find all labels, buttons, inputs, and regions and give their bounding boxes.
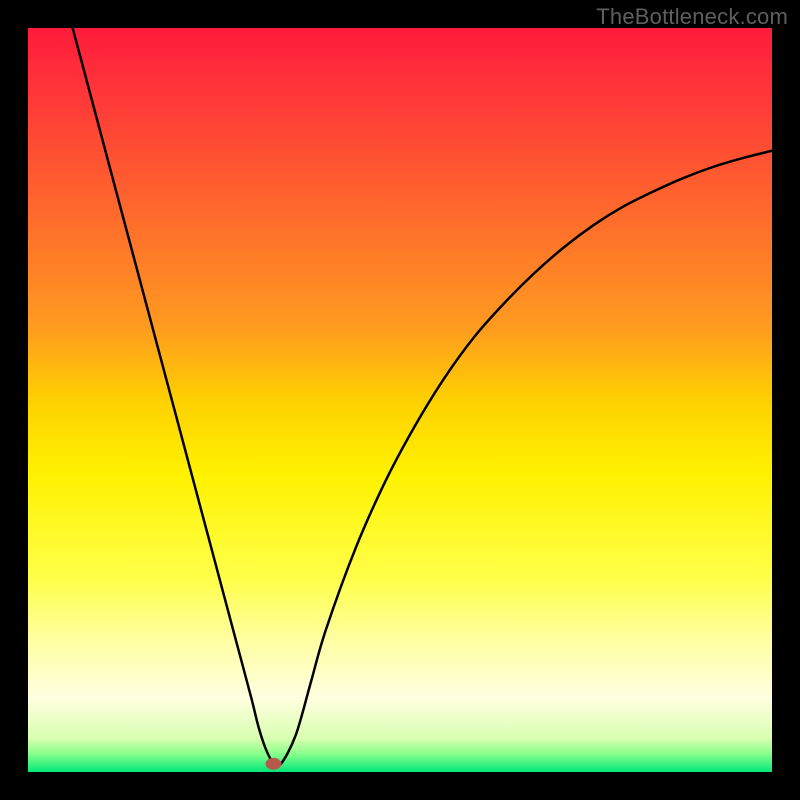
plot-area [28, 28, 772, 772]
chart-frame: TheBottleneck.com [0, 0, 800, 800]
bottleneck-plot-svg [28, 28, 772, 772]
optimal-point-marker [266, 758, 282, 770]
watermark-text: TheBottleneck.com [596, 4, 788, 30]
plot-background [28, 28, 772, 772]
